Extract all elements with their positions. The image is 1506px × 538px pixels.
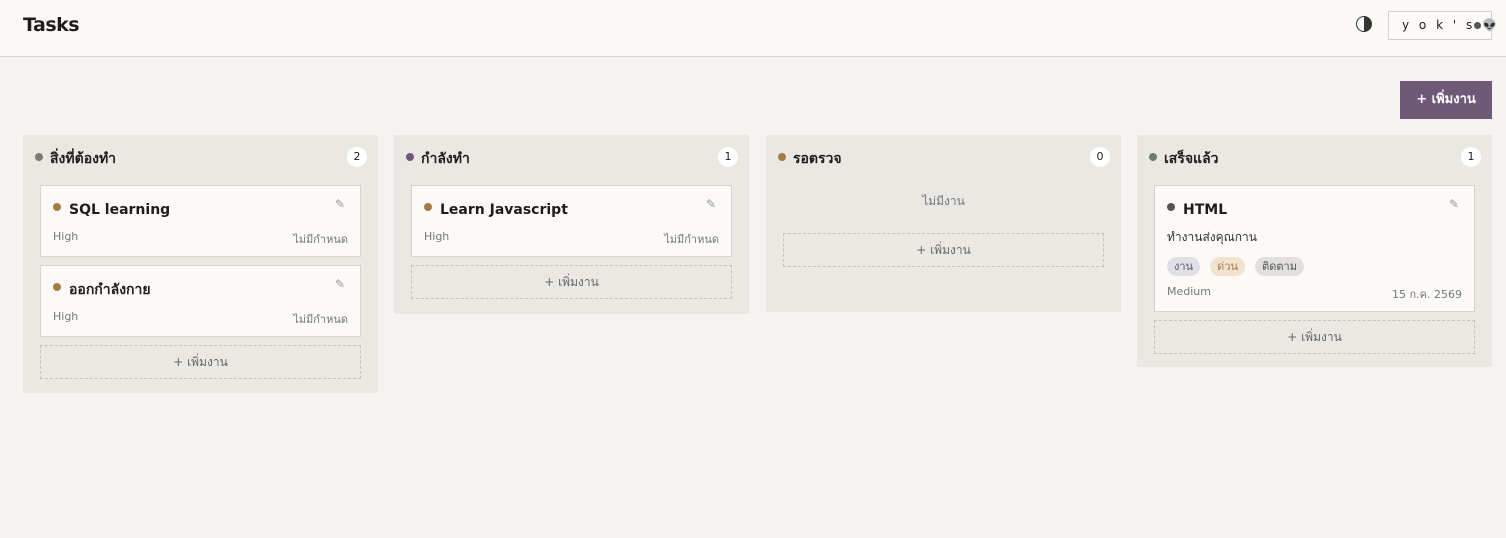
app-title: Tasks [23,14,80,36]
column-title: สิ่งที่ต้องทำ [50,151,117,167]
add-task-button[interactable]: + เพิ่มงาน [1400,81,1492,119]
column-title: เสร็จแล้ว [1164,151,1219,167]
column-title: รอตรวจ [793,151,842,167]
column-todo: สิ่งที่ต้องทำ 2 SQL learning ✎ High ไม่ม… [23,135,378,393]
tag-badge: ติดตาม [1255,257,1304,276]
task-card[interactable]: Learn Javascript ✎ High ไม่มีกำหนด [411,185,732,257]
task-due: ไม่มีกำหนด [293,233,348,246]
priority-dot-icon [53,283,61,291]
column-dot-icon [1149,153,1157,161]
priority-dot-icon [424,203,432,211]
add-task-in-column-button[interactable]: + เพิ่มงาน [411,265,732,299]
column-dot-icon [778,153,786,161]
task-title: HTML [1183,202,1228,218]
edit-pencil-icon[interactable]: ✎ [1449,197,1463,211]
task-title: SQL learning [69,202,171,218]
add-task-in-column-button[interactable]: + เพิ่มงาน [1154,320,1475,354]
task-due: ไม่มีกำหนด [293,313,348,326]
add-task-in-column-button[interactable]: + เพิ่มงาน [40,345,361,379]
column-review: รอตรวจ 0 ไม่มีงาน + เพิ่มงาน [766,135,1121,312]
tag-badge: งาน [1167,257,1201,276]
task-meta: High ไม่มีกำหนด [53,230,348,246]
column-dot-icon [406,153,414,161]
task-title: Learn Javascript [440,202,568,218]
task-card[interactable]: SQL learning ✎ High ไม่มีกำหนด [40,185,361,257]
column-dot-icon [35,153,43,161]
task-due: 15 ก.ค. 2569 [1392,288,1462,301]
tag-list: งาน ด่วน ติดตาม [1167,255,1462,276]
task-priority: High [53,230,79,243]
add-task-in-column-button[interactable]: + เพิ่มงาน [783,233,1104,267]
edit-pencil-icon[interactable]: ✎ [335,197,349,211]
user-menu-button[interactable]: y o k ' s 👽 [1388,11,1497,40]
status-dot-icon [1474,22,1481,29]
task-meta: High ไม่มีกำหนด [424,230,719,246]
task-due: ไม่มีกำหนด [664,233,719,246]
column-header: รอตรวจ 0 [778,135,1110,185]
column-done: เสร็จแล้ว 1 HTML ✎ ทำงานส่งคุณกาน งาน ด่… [1137,135,1492,367]
edit-pencil-icon[interactable]: ✎ [706,197,720,211]
edit-pencil-icon[interactable]: ✎ [335,277,349,291]
task-meta: Medium 15 ก.ค. 2569 [1167,285,1462,301]
empty-column-text: ไม่มีงาน [922,194,965,208]
tag-badge: ด่วน [1210,257,1246,276]
task-description: ทำงานส่งคุณกาน [1167,230,1257,244]
task-priority: Medium [1167,285,1211,298]
task-priority: High [53,310,79,323]
priority-dot-icon [1167,203,1175,211]
task-card[interactable]: HTML ✎ ทำงานส่งคุณกาน งาน ด่วน ติดตาม Me… [1154,185,1475,312]
column-header: สิ่งที่ต้องทำ 2 [35,135,367,185]
column-in-progress: กำลังทำ 1 Learn Javascript ✎ High ไม่มีก… [394,135,749,314]
column-header: เสร็จแล้ว 1 [1149,135,1481,185]
theme-toggle-icon[interactable] [1356,16,1372,32]
task-card[interactable]: ออกกำลังกาย ✎ High ไม่มีกำหนด [40,265,361,337]
column-header: กำลังทำ 1 [406,135,738,185]
task-priority: High [424,230,450,243]
column-count-badge: 1 [718,147,738,167]
user-name: y o k ' s 👽 [1402,18,1500,32]
column-title: กำลังทำ [421,151,470,167]
column-count-badge: 0 [1090,147,1110,167]
task-meta: High ไม่มีกำหนด [53,310,348,326]
task-title: ออกกำลังกาย [69,282,151,298]
column-count-badge: 1 [1461,147,1481,167]
top-bar: Tasks y o k ' s 👽 [0,0,1506,57]
column-count-badge: 2 [347,147,367,167]
priority-dot-icon [53,203,61,211]
